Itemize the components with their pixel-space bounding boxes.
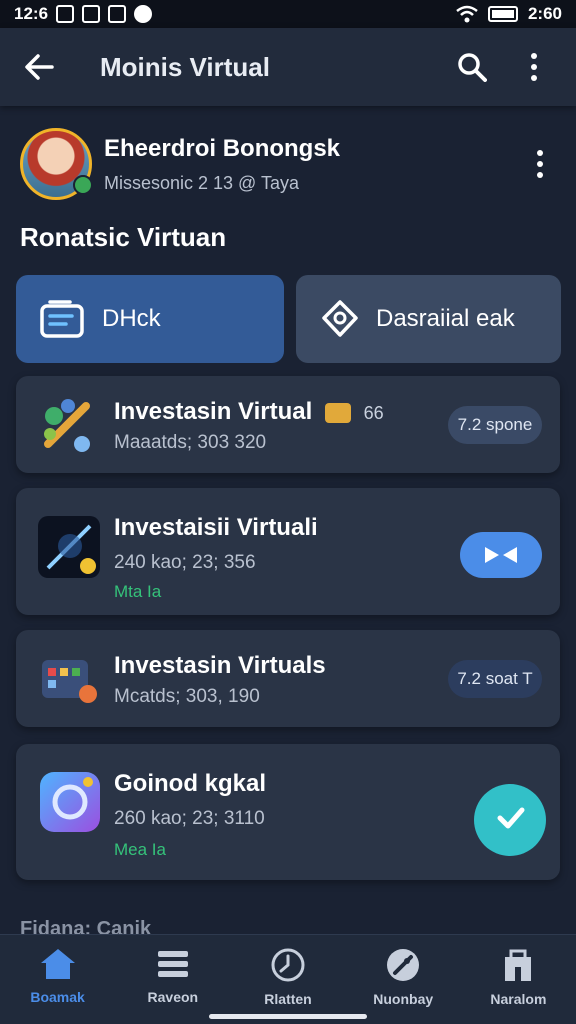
play-button[interactable] — [460, 532, 542, 578]
image-icon — [82, 5, 101, 23]
search-button[interactable] — [452, 47, 492, 87]
home-icon — [40, 949, 75, 979]
document-icon — [40, 300, 84, 338]
card-title: Goinod kgkal — [114, 770, 267, 797]
quick-action-label: DHck — [102, 305, 161, 332]
calendar-icon — [42, 660, 97, 703]
chat-action-button[interactable] — [474, 784, 546, 856]
card-pill-button[interactable]: 7.2 spone — [448, 406, 542, 444]
card-title: Investaisii Virtuali — [114, 514, 318, 541]
coin-icon — [324, 402, 351, 423]
battery-text: 2:60 — [527, 4, 562, 23]
list-item[interactable]: Investasin Virtuals Mcatds; 303, 190 7.2… — [16, 630, 560, 727]
back-button[interactable] — [0, 28, 78, 106]
nav-item-list[interactable]: Raveon — [115, 935, 230, 1024]
card-title: Investasin Virtual 66 — [114, 398, 384, 425]
card-pill-button[interactable]: 7.2 soat T — [448, 660, 542, 698]
card-subtitle: Mcatds; 303, 190 — [114, 686, 260, 707]
nav-item-home[interactable]: Boamak — [0, 935, 115, 1024]
nav-item-rocket[interactable]: Nuonbay — [346, 935, 461, 1024]
home-indicator[interactable] — [209, 1014, 367, 1019]
plant-icon — [44, 399, 90, 452]
wifi-icon — [456, 5, 478, 23]
card-tag: Mea Ia — [114, 840, 166, 859]
status-time: 12:6 — [14, 4, 49, 23]
nav-label: Rlatten — [264, 991, 312, 1007]
battery-icon — [487, 6, 518, 22]
app-bar: Moinis Virtual — [0, 28, 576, 106]
card-title: Investasin Virtuals — [114, 652, 326, 679]
list-item[interactable]: Investasin Virtual 66 Maaatds; 303 320 7… — [16, 376, 560, 473]
quick-action-button-1[interactable]: DHck — [16, 275, 284, 363]
fast-forward-icon — [485, 547, 517, 563]
more-vertical-icon — [537, 150, 543, 178]
mail-icon — [56, 5, 75, 23]
clock-icon — [271, 948, 305, 982]
status-bar: 12:6 2:60 — [0, 0, 576, 28]
list-item[interactable]: Goinod kgkal 260 kao; 23; 3110 Mea Ia — [16, 744, 560, 880]
card-subtitle: 240 kao; 23; 356 — [114, 552, 256, 573]
nav-label: Raveon — [147, 989, 199, 1005]
nav-item-store[interactable]: Naralom — [461, 935, 576, 1024]
card-tag: Mta Ia — [114, 582, 162, 601]
arrow-left-icon — [25, 54, 54, 80]
avatar[interactable] — [20, 128, 93, 200]
chat-icon — [134, 5, 153, 23]
app-icon — [108, 5, 127, 23]
list-icon — [157, 951, 188, 977]
page-title: Moinis Virtual — [100, 51, 270, 82]
online-badge-icon — [73, 175, 93, 195]
quick-action-button-2[interactable]: Dasraiial eak — [296, 275, 561, 363]
search-icon — [458, 53, 487, 82]
profile-more-button[interactable] — [520, 144, 560, 184]
bottom-nav: Boamak Raveon Rlatten Nuonbay Naralom — [0, 934, 576, 1024]
rocket-icon — [387, 949, 420, 981]
card-subtitle: 260 kao; 23; 3110 — [114, 808, 265, 829]
location-pin-icon — [322, 300, 358, 337]
profile-header[interactable]: Eheerdroi Bonongsk Missesonic 2 13 @ Tay… — [20, 126, 560, 202]
more-button[interactable] — [514, 47, 554, 87]
profile-name: Eheerdroi Bonongsk — [104, 134, 341, 162]
chat-check-icon — [497, 807, 525, 829]
store-icon — [505, 949, 532, 981]
list-item[interactable]: Investaisii Virtuali 240 kao; 23; 356 Mt… — [16, 488, 560, 615]
section-title: Ronatsic Virtuan — [20, 222, 227, 252]
nav-label: Boamak — [30, 989, 85, 1005]
profile-subtitle: Missesonic 2 13 @ Taya — [104, 172, 300, 193]
nav-label: Nuonbay — [373, 991, 434, 1007]
more-vertical-icon — [531, 53, 537, 81]
quick-action-label: Dasraiial eak — [376, 305, 515, 332]
nav-item-clock[interactable]: Rlatten — [230, 935, 345, 1024]
camera-app-icon — [40, 772, 100, 832]
card-subtitle: Maaatds; 303 320 — [114, 432, 267, 453]
game-thumbnail-icon — [38, 516, 100, 578]
nav-label: Naralom — [490, 991, 547, 1007]
